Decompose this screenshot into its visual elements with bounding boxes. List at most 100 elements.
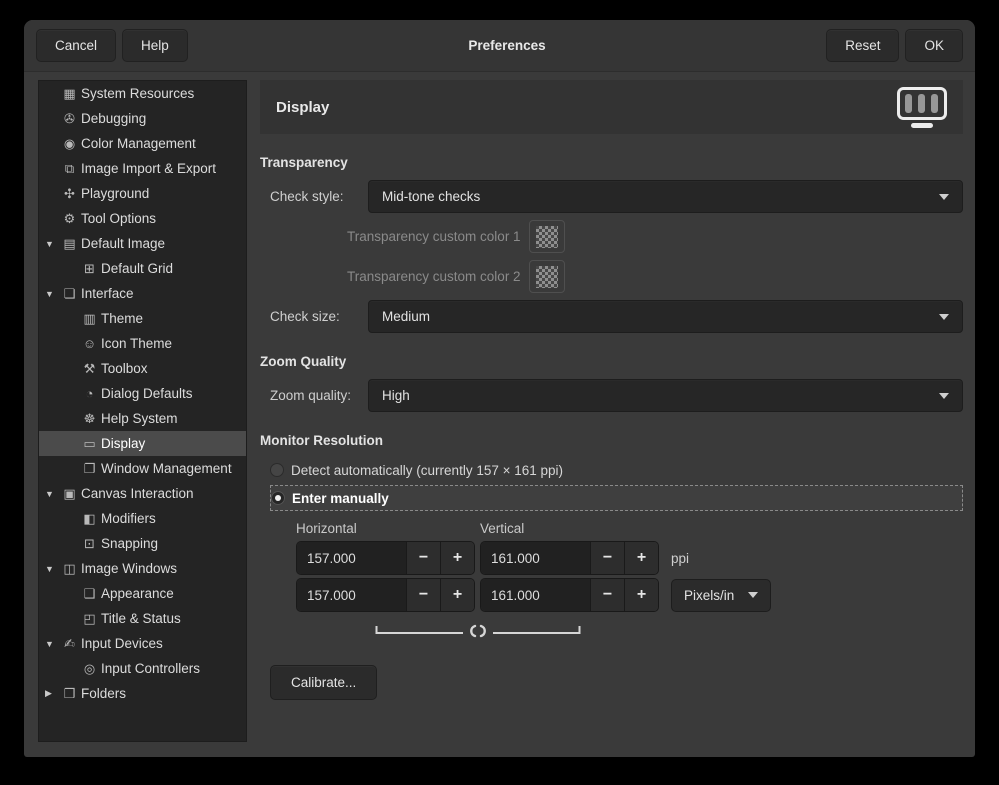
check-size-label: Check size: [270,309,368,324]
sidebar-item-image-import-export[interactable]: ⧉Image Import & Export [39,156,246,181]
reset-button[interactable]: Reset [826,29,899,62]
custom-color-2-swatch[interactable] [529,260,565,293]
sidebar-item-label: Debugging [81,111,146,126]
sidebar-item-label: Folders [81,686,126,701]
cancel-button[interactable]: Cancel [36,29,116,62]
expander-open-icon[interactable]: ▼ [45,239,61,249]
radio-checked-icon[interactable] [271,491,285,505]
enter-manually-label: Enter manually [292,491,389,506]
calibrate-button[interactable]: Calibrate... [270,665,377,700]
sidebar-item-canvas-interaction[interactable]: ▼▣Canvas Interaction [39,481,246,506]
horizontal-ppi-spinner: − + [296,541,475,575]
sidebar-item-display[interactable]: ▭Display [39,431,246,456]
plus-button[interactable]: + [440,542,474,574]
vertical-unit-input[interactable] [481,579,590,611]
sidebar-item-color-management[interactable]: ◉Color Management [39,131,246,156]
sidebar-item-label: Snapping [101,536,158,551]
custom-color-1-label: Transparency custom color 1 [347,229,521,244]
sidebar-item-default-image[interactable]: ▼▤Default Image [39,231,246,256]
sidebar-item-dialog-defaults[interactable]: ◔Dialog Defaults [39,381,246,406]
sidebar-list: ▦System Resources✇Debugging◉Color Manage… [38,80,247,742]
expander-open-icon[interactable]: ▼ [45,639,61,649]
ok-button[interactable]: OK [905,29,963,62]
input-controllers-icon: ◎ [81,661,98,677]
chevron-down-icon [939,194,949,200]
sidebar-item-label: Tool Options [81,211,156,226]
modifiers-icon: ◧ [81,511,98,527]
default-grid-icon: ⊞ [81,261,98,277]
horizontal-unit-spinner: − + [296,578,475,612]
canvas-interaction-icon: ▣ [61,486,78,502]
sidebar-item-label: Input Devices [81,636,163,651]
sidebar-item-appearance[interactable]: ❑Appearance [39,581,246,606]
sidebar-item-tool-options[interactable]: ⚙Tool Options [39,206,246,231]
sidebar-item-input-devices[interactable]: ▼✍Input Devices [39,631,246,656]
sidebar-item-label: Input Controllers [101,661,200,676]
horizontal-ppi-input[interactable] [297,542,406,574]
radio-unchecked-icon[interactable] [270,463,284,477]
sidebar-item-interface[interactable]: ▼❏Interface [39,281,246,306]
sidebar-item-label: Image Import & Export [81,161,216,176]
expander-open-icon[interactable]: ▼ [45,564,61,574]
sidebar-item-image-windows[interactable]: ▼◫Image Windows [39,556,246,581]
zoom-quality-heading: Zoom Quality [260,354,963,369]
sidebar-item-system-resources[interactable]: ▦System Resources [39,81,246,106]
expander-open-icon[interactable]: ▼ [45,489,61,499]
sidebar-item-label: Default Grid [101,261,173,276]
horizontal-unit-input[interactable] [297,579,406,611]
check-size-dropdown[interactable]: Medium [368,300,963,333]
sidebar-item-label: Modifiers [101,511,156,526]
sidebar-item-label: Help System [101,411,178,426]
minus-button[interactable]: − [406,542,440,574]
sidebar-item-label: Interface [81,286,134,301]
minus-button[interactable]: − [590,579,624,611]
unit-dropdown[interactable]: Pixels/in [671,579,771,612]
check-style-dropdown[interactable]: Mid-tone checks [368,180,963,213]
sidebar-item-help-system[interactable]: ☸Help System [39,406,246,431]
monitor-resolution-heading: Monitor Resolution [260,433,963,448]
sidebar-item-title-status[interactable]: ◰Title & Status [39,606,246,631]
display-icon: ▭ [81,436,98,452]
enter-manually-option[interactable]: Enter manually [270,485,963,511]
sidebar-item-input-controllers[interactable]: ◎Input Controllers [39,656,246,681]
expander-open-icon[interactable]: ▼ [45,289,61,299]
playground-icon: ✣ [61,186,78,202]
vertical-unit-spinner: − + [480,578,659,612]
sidebar-item-toolbox[interactable]: ⚒Toolbox [39,356,246,381]
preferences-dialog: Cancel Help Preferences Reset OK ▦System… [24,20,975,757]
vertical-ppi-input[interactable] [481,542,590,574]
minus-button[interactable]: − [406,579,440,611]
sidebar-item-window-management[interactable]: ❐Window Management [39,456,246,481]
vertical-ppi-spinner: − + [480,541,659,575]
default-image-icon: ▤ [61,236,78,252]
zoom-quality-dropdown[interactable]: High [368,379,963,412]
help-button[interactable]: Help [122,29,188,62]
sidebar-item-label: Icon Theme [101,336,172,351]
sidebar-item-icon-theme[interactable]: ☺Icon Theme [39,331,246,356]
plus-button[interactable]: + [624,542,658,574]
sidebar-item-snapping[interactable]: ⊡Snapping [39,531,246,556]
plus-button[interactable]: + [440,579,474,611]
color-management-icon: ◉ [61,136,78,152]
minus-button[interactable]: − [590,542,624,574]
zoom-quality-label: Zoom quality: [270,388,368,403]
debugging-icon: ✇ [61,111,78,127]
plus-button[interactable]: + [624,579,658,611]
sidebar-item-default-grid[interactable]: ⊞Default Grid [39,256,246,281]
chain-broken-icon[interactable] [375,622,581,638]
input-devices-icon: ✍ [61,636,78,652]
sidebar-item-label: Window Management [101,461,232,476]
detect-automatically-option[interactable]: Detect automatically (currently 157 × 16… [270,458,963,482]
check-style-value: Mid-tone checks [382,189,480,204]
sidebar-item-debugging[interactable]: ✇Debugging [39,106,246,131]
sidebar-item-theme[interactable]: ▥Theme [39,306,246,331]
sidebar-item-folders[interactable]: ▶❒Folders [39,681,246,706]
snapping-icon: ⊡ [81,536,98,552]
image-import-export-icon: ⧉ [61,161,78,177]
sidebar-item-label: Appearance [101,586,174,601]
expander-closed-icon[interactable]: ▶ [45,688,61,699]
sidebar-item-label: Title & Status [101,611,181,626]
sidebar-item-playground[interactable]: ✣Playground [39,181,246,206]
custom-color-1-swatch[interactable] [529,220,565,253]
sidebar-item-modifiers[interactable]: ◧Modifiers [39,506,246,531]
